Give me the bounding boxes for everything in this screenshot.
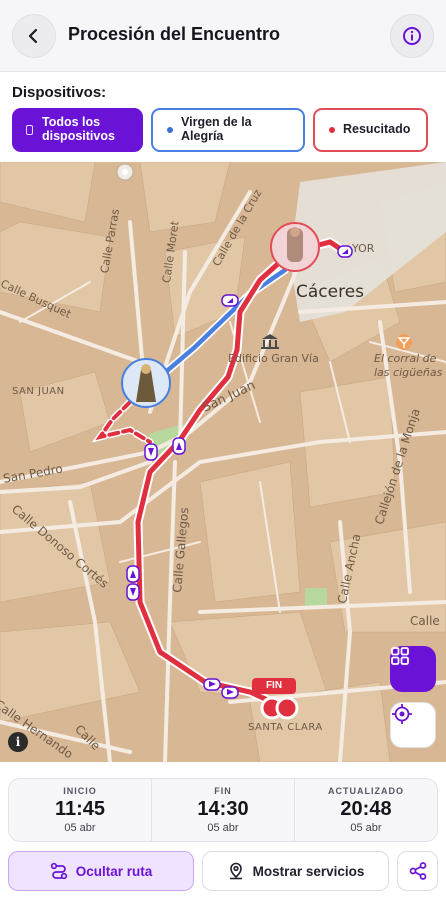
locate-icon [392, 704, 412, 724]
show-services-label: Mostrar servicios [252, 863, 365, 879]
app-header: Procesión del Encuentro [0, 0, 446, 72]
map-city-label: Cáceres [296, 282, 365, 302]
street-label: YOR [352, 242, 375, 255]
street-label: Calle [410, 614, 440, 628]
time-label: ACTUALIZADO [328, 786, 404, 796]
time-updated: ACTUALIZADO 20:48 05 abr [295, 779, 437, 841]
layers-button[interactable] [390, 646, 436, 692]
time-value: 14:30 [197, 798, 249, 820]
time-date: 05 abr [350, 822, 382, 834]
info-button[interactable] [390, 14, 434, 58]
device-chip-virgen[interactable]: Virgen de la Alegría [151, 108, 305, 152]
hide-route-label: Ocultar ruta [75, 863, 153, 879]
device-chip-resucitado[interactable]: Resucitado [313, 108, 428, 152]
page-title: Procesión del Encuentro [68, 24, 281, 44]
back-button[interactable] [12, 14, 56, 58]
time-label: INICIO [63, 786, 97, 796]
layers-grid-icon [391, 647, 409, 665]
locate-button[interactable] [390, 702, 436, 748]
route-map[interactable]: Cáceres Calle Parras Calle Moret Calle d… [0, 162, 446, 762]
share-icon [409, 862, 426, 880]
device-chip-all[interactable]: Todos los dispositivos [12, 108, 143, 152]
map-info-icon[interactable]: i [8, 732, 28, 752]
chevron-left-icon [28, 28, 38, 44]
route-icon [50, 862, 67, 880]
device-color-dot [167, 127, 173, 133]
times-card: INICIO 11:45 05 abr FIN 14:30 05 abr ACT… [8, 778, 438, 842]
time-date: 05 abr [207, 822, 239, 834]
time-end: FIN 14:30 05 abr [152, 779, 295, 841]
devices-label: Dispositivos: [12, 84, 107, 101]
district-label: SANTA CLARA [248, 722, 323, 733]
time-start: INICIO 11:45 05 abr [9, 779, 152, 841]
poi-label-text: El corral de las cigüeñas [374, 352, 443, 379]
device-chip-label: Todos los dispositivos [42, 115, 115, 143]
time-label: FIN [214, 786, 232, 796]
district-label: SAN JUAN [12, 386, 65, 397]
device-color-dot [329, 127, 335, 133]
time-value: 20:48 [340, 798, 392, 820]
time-date: 05 abr [64, 822, 96, 834]
info-icon [403, 27, 421, 45]
phone-icon [26, 125, 33, 135]
route-end-tag: FIN [252, 678, 296, 694]
share-button[interactable] [397, 851, 438, 891]
device-chip-label: Virgen de la Alegría [181, 115, 252, 143]
poi-label: El corral de las cigüeñas [374, 352, 444, 380]
show-services-button[interactable]: Mostrar servicios [202, 851, 389, 891]
device-chip-label: Resucitado [343, 122, 411, 137]
location-pin-icon [229, 862, 242, 880]
poi-label: Edificio Gran Vía [228, 352, 319, 365]
time-value: 11:45 [54, 798, 106, 820]
hide-route-button[interactable]: Ocultar ruta [8, 851, 194, 891]
